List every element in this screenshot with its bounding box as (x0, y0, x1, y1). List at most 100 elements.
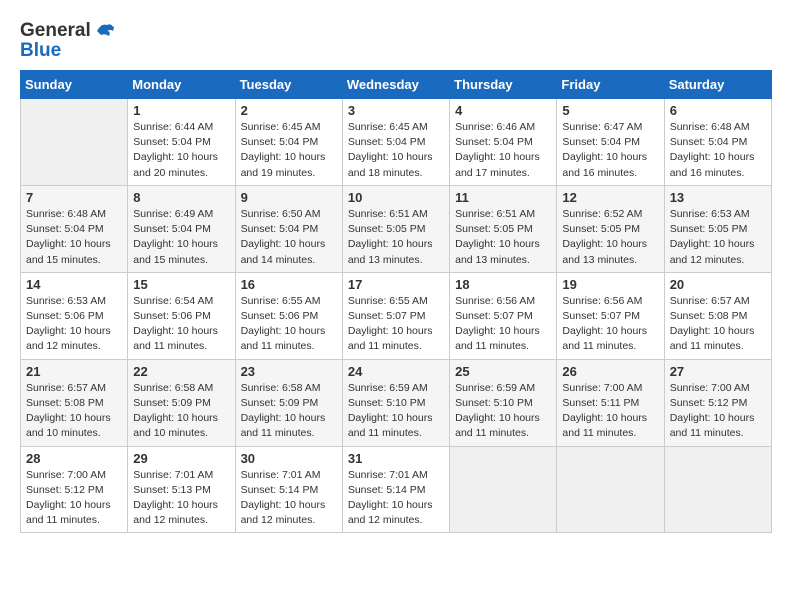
calendar-cell (664, 446, 771, 533)
day-number: 16 (241, 277, 337, 292)
day-info: Sunrise: 6:55 AMSunset: 5:06 PMDaylight:… (241, 294, 337, 355)
day-number: 2 (241, 103, 337, 118)
calendar-header-row: SundayMondayTuesdayWednesdayThursdayFrid… (21, 71, 772, 99)
calendar-cell: 2 Sunrise: 6:45 AMSunset: 5:04 PMDaylight… (235, 99, 342, 186)
calendar-cell: 22 Sunrise: 6:58 AMSunset: 5:09 PMDayligh… (128, 359, 235, 446)
col-header-tuesday: Tuesday (235, 71, 342, 99)
calendar-cell: 19Sunrise: 6:56 AMSunset: 5:07 PMDayligh… (557, 272, 664, 359)
calendar-cell: 23Sunrise: 6:58 AMSunset: 5:09 PMDayligh… (235, 359, 342, 446)
logo-display: General Blue (20, 20, 115, 62)
col-header-saturday: Saturday (664, 71, 771, 99)
calendar-cell: 18 Sunrise: 6:56 AMSunset: 5:07 PMDayligh… (450, 272, 557, 359)
day-number: 26 (562, 364, 658, 379)
col-header-sunday: Sunday (21, 71, 128, 99)
day-number: 7 (26, 190, 122, 205)
calendar-cell: 9 Sunrise: 6:50 AMSunset: 5:04 PMDaylight… (235, 185, 342, 272)
day-info: Sunrise: 6:58 AMSunset: 5:09 PMDaylight:… (133, 381, 229, 442)
calendar-cell: 10Sunrise: 6:51 AMSunset: 5:05 PMDayligh… (342, 185, 449, 272)
col-header-monday: Monday (128, 71, 235, 99)
day-number: 1 (133, 103, 229, 118)
calendar-cell: 24 Sunrise: 6:59 AMSunset: 5:10 PMDayligh… (342, 359, 449, 446)
day-number: 23 (241, 364, 337, 379)
col-header-thursday: Thursday (450, 71, 557, 99)
logo-bird-svg (93, 21, 115, 41)
calendar-cell: 29Sunrise: 7:01 AMSunset: 5:13 PMDayligh… (128, 446, 235, 533)
day-info: Sunrise: 6:52 AMSunset: 5:05 PMDaylight:… (562, 207, 658, 268)
calendar-cell: 26 Sunrise: 7:00 AMSunset: 5:11 PMDayligh… (557, 359, 664, 446)
page-header: General Blue (20, 20, 772, 62)
day-info: Sunrise: 6:56 AMSunset: 5:07 PMDaylight:… (562, 294, 658, 355)
day-info: Sunrise: 7:01 AMSunset: 5:14 PMDaylight:… (241, 468, 337, 529)
day-info: Sunrise: 6:54 AMSunset: 5:06 PMDaylight:… (133, 294, 229, 355)
calendar-week-row: 1Sunrise: 6:44 AMSunset: 5:04 PMDaylight… (21, 99, 772, 186)
logo-blue-text: Blue (20, 40, 115, 62)
calendar-cell: 11 Sunrise: 6:51 AMSunset: 5:05 PMDayligh… (450, 185, 557, 272)
calendar-cell: 17 Sunrise: 6:55 AMSunset: 5:07 PMDayligh… (342, 272, 449, 359)
day-number: 20 (670, 277, 766, 292)
calendar-cell: 4Sunrise: 6:46 AMSunset: 5:04 PMDaylight… (450, 99, 557, 186)
day-info: Sunrise: 6:53 AMSunset: 5:05 PMDaylight:… (670, 207, 766, 268)
day-info: Sunrise: 6:51 AMSunset: 5:05 PMDaylight:… (348, 207, 444, 268)
day-info: Sunrise: 6:48 AMSunset: 5:04 PMDaylight:… (670, 120, 766, 181)
calendar-cell (557, 446, 664, 533)
calendar-cell: 6Sunrise: 6:48 AMSunset: 5:04 PMDaylight… (664, 99, 771, 186)
day-info: Sunrise: 6:57 AMSunset: 5:08 PMDaylight:… (670, 294, 766, 355)
day-number: 29 (133, 451, 229, 466)
day-info: Sunrise: 6:45 AMSunset: 5:04 PMDaylight:… (241, 120, 337, 181)
day-info: Sunrise: 6:55 AMSunset: 5:07 PMDaylight:… (348, 294, 444, 355)
calendar-week-row: 28Sunrise: 7:00 AMSunset: 5:12 PMDayligh… (21, 446, 772, 533)
day-info: Sunrise: 6:51 AMSunset: 5:05 PMDaylight:… (455, 207, 551, 268)
day-number: 31 (348, 451, 444, 466)
day-number: 27 (670, 364, 766, 379)
day-number: 5 (562, 103, 658, 118)
col-header-friday: Friday (557, 71, 664, 99)
day-info: Sunrise: 6:45 AMSunset: 5:04 PMDaylight:… (348, 120, 444, 181)
calendar-cell: 28Sunrise: 7:00 AMSunset: 5:12 PMDayligh… (21, 446, 128, 533)
calendar-cell: 1Sunrise: 6:44 AMSunset: 5:04 PMDaylight… (128, 99, 235, 186)
day-info: Sunrise: 6:59 AMSunset: 5:10 PMDaylight:… (348, 381, 444, 442)
day-number: 8 (133, 190, 229, 205)
day-info: Sunrise: 6:49 AMSunset: 5:04 PMDaylight:… (133, 207, 229, 268)
day-info: Sunrise: 6:56 AMSunset: 5:07 PMDaylight:… (455, 294, 551, 355)
calendar-cell: 12 Sunrise: 6:52 AMSunset: 5:05 PMDayligh… (557, 185, 664, 272)
day-number: 11 (455, 190, 551, 205)
calendar-cell: 27 Sunrise: 7:00 AMSunset: 5:12 PMDayligh… (664, 359, 771, 446)
day-number: 25 (455, 364, 551, 379)
day-number: 17 (348, 277, 444, 292)
day-info: Sunrise: 7:00 AMSunset: 5:11 PMDaylight:… (562, 381, 658, 442)
calendar-table: SundayMondayTuesdayWednesdayThursdayFrid… (20, 70, 772, 533)
calendar-cell: 13Sunrise: 6:53 AMSunset: 5:05 PMDayligh… (664, 185, 771, 272)
calendar-cell (450, 446, 557, 533)
day-number: 14 (26, 277, 122, 292)
day-info: Sunrise: 6:59 AMSunset: 5:10 PMDaylight:… (455, 381, 551, 442)
calendar-cell: 16 Sunrise: 6:55 AMSunset: 5:06 PMDayligh… (235, 272, 342, 359)
calendar-cell: 7 Sunrise: 6:48 AMSunset: 5:04 PMDaylight… (21, 185, 128, 272)
day-info: Sunrise: 6:50 AMSunset: 5:04 PMDaylight:… (241, 207, 337, 268)
calendar-cell: 8 Sunrise: 6:49 AMSunset: 5:04 PMDaylight… (128, 185, 235, 272)
day-number: 22 (133, 364, 229, 379)
calendar-cell: 21 Sunrise: 6:57 AMSunset: 5:08 PMDayligh… (21, 359, 128, 446)
calendar-week-row: 21 Sunrise: 6:57 AMSunset: 5:08 PMDayligh… (21, 359, 772, 446)
day-number: 30 (241, 451, 337, 466)
col-header-wednesday: Wednesday (342, 71, 449, 99)
day-number: 9 (241, 190, 337, 205)
calendar-cell: 25 Sunrise: 6:59 AMSunset: 5:10 PMDayligh… (450, 359, 557, 446)
day-info: Sunrise: 6:46 AMSunset: 5:04 PMDaylight:… (455, 120, 551, 181)
day-info: Sunrise: 6:57 AMSunset: 5:08 PMDaylight:… (26, 381, 122, 442)
day-number: 12 (562, 190, 658, 205)
day-info: Sunrise: 7:00 AMSunset: 5:12 PMDaylight:… (670, 381, 766, 442)
day-number: 15 (133, 277, 229, 292)
day-number: 21 (26, 364, 122, 379)
logo: General Blue (20, 20, 115, 62)
day-info: Sunrise: 7:01 AMSunset: 5:14 PMDaylight:… (348, 468, 444, 529)
day-info: Sunrise: 6:47 AMSunset: 5:04 PMDaylight:… (562, 120, 658, 181)
day-number: 24 (348, 364, 444, 379)
logo-general-text: General (20, 20, 91, 42)
calendar-cell: 5 Sunrise: 6:47 AMSunset: 5:04 PMDaylight… (557, 99, 664, 186)
calendar-cell (21, 99, 128, 186)
calendar-cell: 31 Sunrise: 7:01 AMSunset: 5:14 PMDayligh… (342, 446, 449, 533)
day-number: 18 (455, 277, 551, 292)
calendar-cell: 3Sunrise: 6:45 AMSunset: 5:04 PMDaylight… (342, 99, 449, 186)
day-info: Sunrise: 6:48 AMSunset: 5:04 PMDaylight:… (26, 207, 122, 268)
calendar-cell: 14Sunrise: 6:53 AMSunset: 5:06 PMDayligh… (21, 272, 128, 359)
